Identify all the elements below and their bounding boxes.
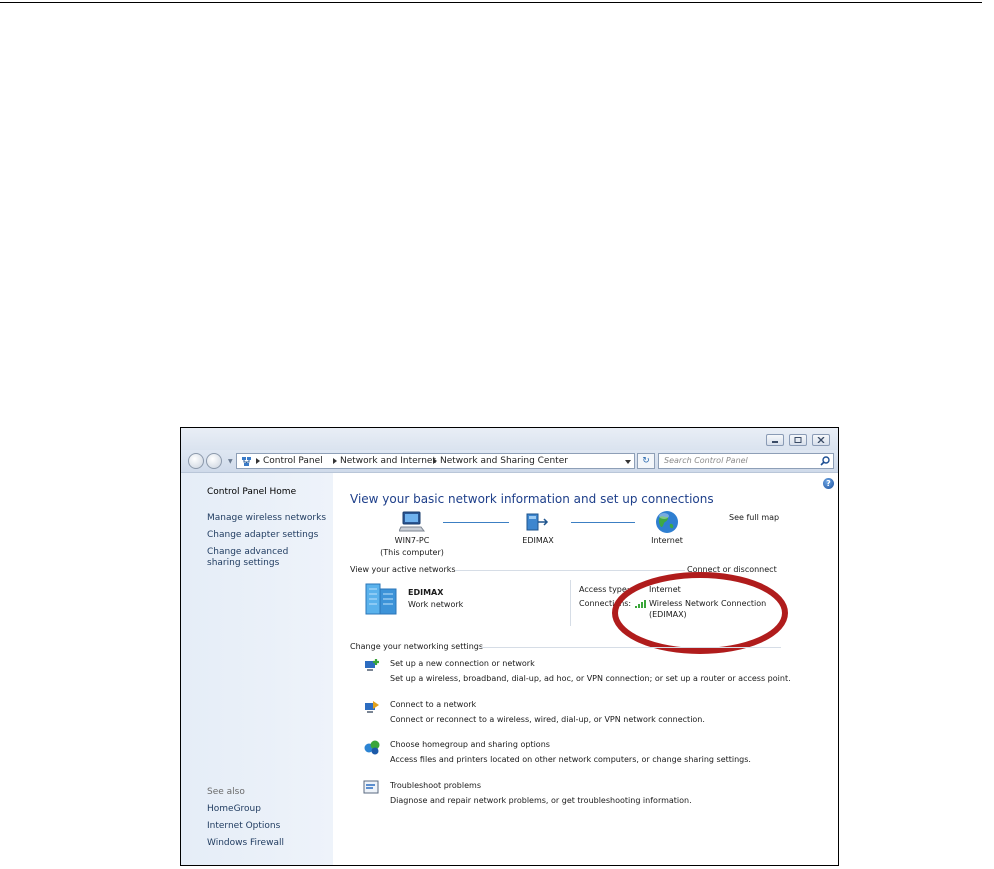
search-placeholder: Search Control Panel [664,456,748,465]
active-networks-heading: View your active networks [350,565,456,574]
setup-connection-link[interactable]: Set up a new connection or network [390,659,535,668]
connect-network-link[interactable]: Connect to a network [390,700,476,709]
network-type-link[interactable]: Work network [408,600,463,609]
forward-button[interactable] [206,453,222,469]
sidebar-item-advanced-sharing[interactable]: Change advanced sharing settings [207,547,322,569]
breadcrumb-separator [256,458,260,464]
see-full-map-link[interactable]: See full map [729,513,779,522]
breadcrumb[interactable]: Control Panel Network and Internet Netwo… [236,453,635,469]
refresh-icon: ↻ [642,456,650,466]
annotation-ellipse [612,572,788,654]
homegroup-link[interactable]: Choose homegroup and sharing options [390,740,550,749]
see-also-label: See also [207,787,245,797]
breadcrumb-network-internet[interactable]: Network and Internet [340,456,436,466]
close-icon [817,437,825,443]
maximize-button[interactable] [789,434,807,446]
address-bar: ▼ Control Panel Network and Internet Net… [181,450,838,473]
computer-icon [399,511,425,532]
network-divider [570,580,571,626]
sidebar-item-adapter-settings[interactable]: Change adapter settings [207,530,318,541]
recent-pages-arrow[interactable]: ▼ [228,458,233,465]
map-network-name: EDIMAX [522,536,554,545]
troubleshoot-icon [363,780,379,794]
map-computer-sub: (This computer) [380,548,444,557]
new-connection-icon [365,659,379,671]
sidebar: Control Panel Home Manage wireless netwo… [181,473,333,865]
troubleshoot-desc: Diagnose and repair network problems, or… [390,796,692,805]
network-sharing-window: ▼ Control Panel Network and Internet Net… [180,427,839,866]
map-internet: Internet [651,536,683,545]
title-bar [181,428,838,450]
map-link-line [443,522,509,523]
homegroup-desc: Access files and printers located on oth… [390,755,751,764]
close-button[interactable] [812,434,830,446]
section-divider [481,647,781,648]
troubleshoot-link[interactable]: Troubleshoot problems [390,781,481,790]
address-dropdown-icon[interactable] [625,460,631,464]
settings-heading: Change your networking settings [350,642,484,651]
map-link-line [571,522,635,523]
sidebar-item-internet-options[interactable]: Internet Options [207,821,280,832]
active-network-name: EDIMAX [408,588,444,597]
network-folder-icon [242,457,251,466]
network-icon [526,513,549,531]
search-input[interactable]: Search Control Panel [658,453,834,469]
search-icon[interactable] [820,456,830,466]
setup-connection-desc: Set up a wireless, broadband, dial-up, a… [390,674,791,683]
sidebar-item-windows-firewall[interactable]: Windows Firewall [207,838,284,849]
connect-icon [365,701,379,713]
globe-icon [656,511,678,533]
help-icon[interactable]: ? [823,478,834,489]
sidebar-item-control-panel-home[interactable]: Control Panel Home [207,487,296,498]
minimize-icon [772,441,778,443]
maximize-icon [794,437,802,443]
minimize-button[interactable] [766,434,784,446]
back-button[interactable] [188,453,204,469]
connect-network-desc: Connect or reconnect to a wireless, wire… [390,715,705,724]
breadcrumb-control-panel[interactable]: Control Panel [263,456,323,466]
breadcrumb-separator [433,458,437,464]
sidebar-item-homegroup[interactable]: HomeGroup [207,804,261,815]
refresh-button[interactable]: ↻ [637,453,655,469]
breadcrumb-network-sharing-center[interactable]: Network and Sharing Center [440,456,568,466]
page-title: View your basic network information and … [350,492,714,506]
map-computer-name: WIN7-PC [394,536,430,545]
breadcrumb-separator [333,458,337,464]
page-top-rule [0,2,982,3]
sidebar-item-manage-wireless[interactable]: Manage wireless networks [207,513,326,524]
main-content: ? View your basic network information an… [333,473,838,865]
building-icon [365,583,397,615]
homegroup-icon [364,740,380,755]
